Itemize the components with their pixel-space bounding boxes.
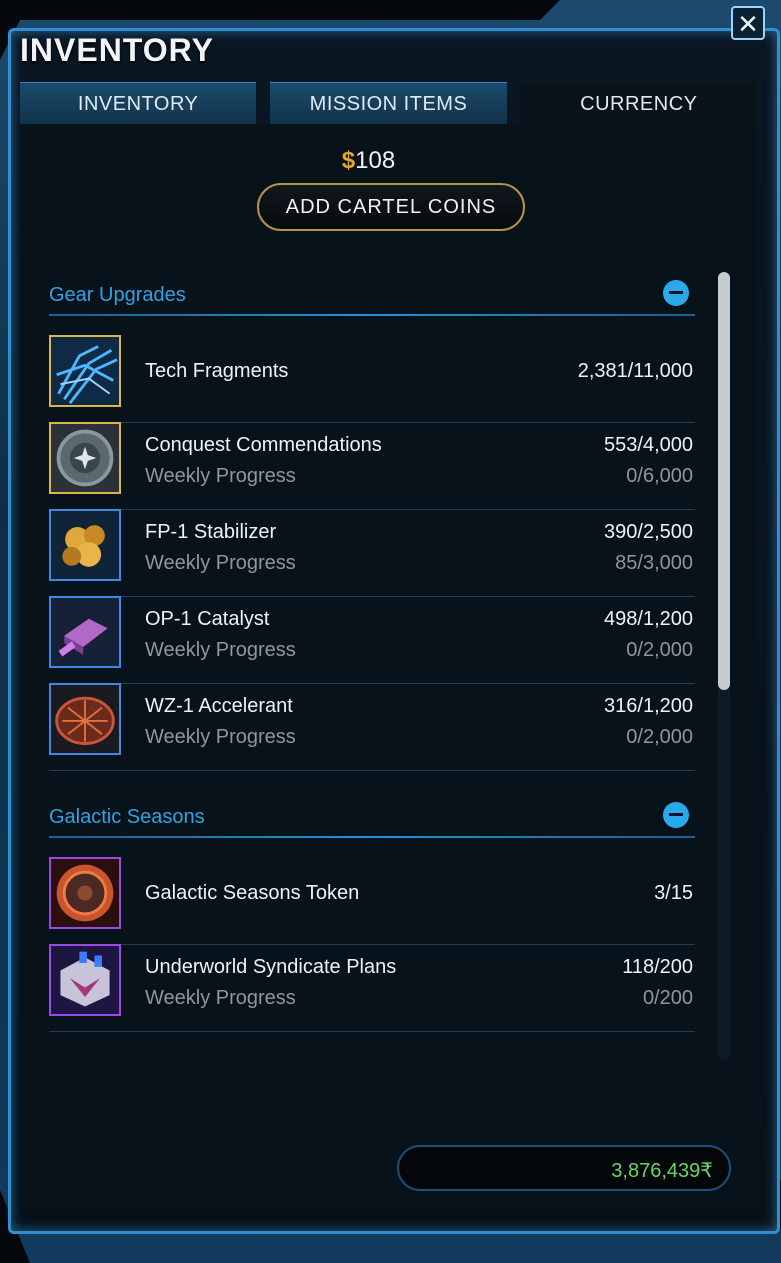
weekly-progress-value: 0/200 bbox=[642, 987, 693, 1009]
collapse-minus-icon[interactable] bbox=[663, 280, 689, 306]
collapse-minus-icon[interactable] bbox=[663, 802, 689, 828]
cartel-coin-amount: 108 bbox=[355, 147, 396, 174]
item-value: 118/200 bbox=[622, 956, 693, 978]
item-name: OP-1 Catalyst bbox=[145, 608, 270, 630]
item-name: FP-1 Stabilizer bbox=[145, 521, 277, 543]
scrollbar-thumb[interactable] bbox=[718, 272, 730, 690]
item-name: WZ-1 Accelerant bbox=[145, 695, 293, 717]
credits-icon: ₹ bbox=[700, 1160, 713, 1182]
accelerant-icon bbox=[49, 683, 121, 755]
section-title: Galactic Seasons bbox=[49, 806, 205, 828]
section-divider bbox=[49, 314, 695, 316]
weekly-progress-label: Weekly Progress bbox=[145, 639, 296, 661]
syndicate-plans-icon bbox=[49, 944, 121, 1016]
weekly-progress-value: 0/6,000 bbox=[626, 465, 693, 487]
cartel-coin-icon: $ bbox=[341, 147, 356, 174]
weekly-progress-label: Weekly Progress bbox=[145, 987, 296, 1009]
list-item[interactable]: WZ-1 Accelerant Weekly Progress 316/1,20… bbox=[49, 683, 695, 771]
credits-display: 3,876,439₹ bbox=[397, 1145, 731, 1191]
item-value: 316/1,200 bbox=[604, 695, 693, 717]
list-item[interactable]: Underworld Syndicate Plans Weekly Progre… bbox=[49, 944, 695, 1032]
list-item[interactable]: Tech Fragments 2,381/11,000 bbox=[49, 335, 695, 423]
list-item[interactable]: FP-1 Stabilizer Weekly Progress 390/2,50… bbox=[49, 509, 695, 597]
item-name: Conquest Commendations bbox=[145, 434, 382, 456]
list-item[interactable]: Galactic Seasons Token 3/15 bbox=[49, 857, 695, 945]
weekly-progress-value: 0/2,000 bbox=[626, 639, 693, 661]
list-item[interactable]: Conquest Commendations Weekly Progress 5… bbox=[49, 422, 695, 510]
catalyst-icon bbox=[49, 596, 121, 668]
tab-currency[interactable]: CURRENCY bbox=[520, 82, 757, 125]
section-galactic-seasons: Galactic Seasons bbox=[49, 798, 699, 838]
window-title: INVENTORY bbox=[20, 32, 214, 68]
weekly-progress-label: Weekly Progress bbox=[145, 726, 296, 748]
add-cartel-coins-button[interactable]: ADD CARTEL COINS bbox=[257, 183, 525, 231]
seasons-token-icon bbox=[49, 857, 121, 929]
item-value: 2,381/11,000 bbox=[577, 360, 693, 382]
item-value: 390/2,500 bbox=[604, 521, 693, 543]
item-name: Galactic Seasons Token bbox=[145, 882, 360, 904]
section-divider bbox=[49, 836, 695, 838]
weekly-progress-value: 85/3,000 bbox=[615, 552, 693, 574]
section-gear-upgrades: Gear Upgrades bbox=[49, 276, 699, 316]
weekly-progress-value: 0/2,000 bbox=[626, 726, 693, 748]
weekly-progress-label: Weekly Progress bbox=[145, 552, 296, 574]
item-value: 3/15 bbox=[654, 882, 693, 904]
tab-inventory[interactable]: INVENTORY bbox=[20, 82, 257, 125]
item-name: Underworld Syndicate Plans bbox=[145, 956, 397, 978]
cartel-coin-balance: $108 bbox=[0, 147, 737, 175]
section-title: Gear Upgrades bbox=[49, 284, 186, 306]
conquest-commendations-icon bbox=[49, 422, 121, 494]
tech-fragments-icon bbox=[49, 335, 121, 407]
scrollbar-track[interactable] bbox=[718, 272, 730, 1060]
item-value: 553/4,000 bbox=[604, 434, 693, 456]
tab-mission-items[interactable]: MISSION ITEMS bbox=[270, 82, 507, 125]
close-button[interactable]: ✕ bbox=[731, 6, 765, 40]
close-icon: ✕ bbox=[737, 9, 759, 39]
item-value: 498/1,200 bbox=[604, 608, 693, 630]
list-item[interactable]: OP-1 Catalyst Weekly Progress 498/1,200 … bbox=[49, 596, 695, 684]
credits-amount: 3,876,439₹ bbox=[611, 1160, 713, 1182]
item-name: Tech Fragments bbox=[145, 360, 289, 382]
tab-bar: INVENTORY MISSION ITEMS CURRENCY bbox=[20, 82, 757, 125]
stabilizer-icon bbox=[49, 509, 121, 581]
weekly-progress-label: Weekly Progress bbox=[145, 465, 296, 487]
